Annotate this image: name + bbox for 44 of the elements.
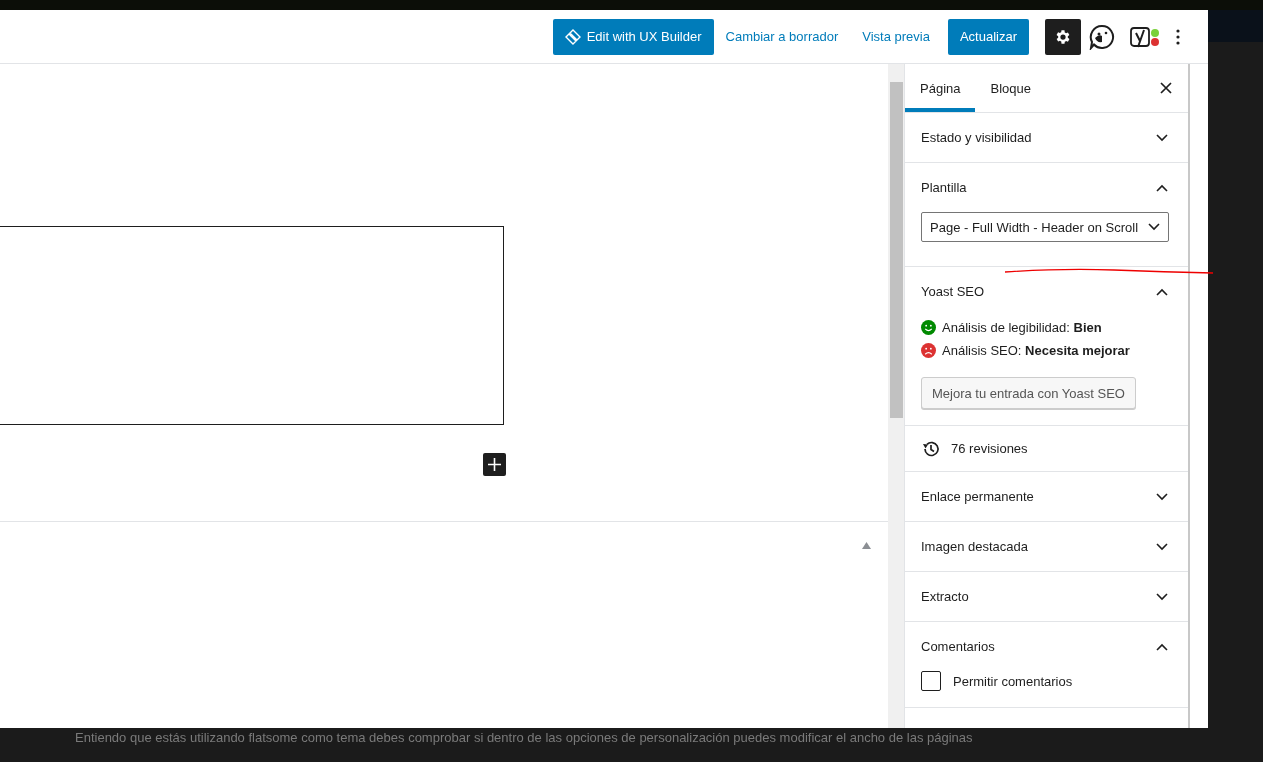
speech-face-icon bbox=[1089, 23, 1115, 50]
analysis-text: Análisis de legibilidad: Bien bbox=[942, 320, 1102, 335]
close-icon bbox=[1160, 82, 1172, 94]
settings-button[interactable] bbox=[1045, 18, 1081, 55]
yoast-logo-icon bbox=[1130, 24, 1160, 49]
collapse-triangle-icon[interactable] bbox=[862, 542, 871, 549]
checkbox[interactable] bbox=[921, 671, 941, 691]
sidebar-tab[interactable]: Bloque bbox=[975, 64, 1046, 112]
chevron-down-icon bbox=[1156, 542, 1168, 551]
chevron-up-icon bbox=[1156, 642, 1168, 651]
ux-builder-button[interactable]: Edit with UX Builder bbox=[552, 18, 714, 55]
update-button[interactable]: Actualizar bbox=[947, 18, 1029, 55]
panel-header[interactable]: Estado y visibilidad bbox=[905, 113, 1188, 162]
panel-header[interactable]: Imagen destacada bbox=[905, 522, 1188, 571]
chevron-down-icon bbox=[1156, 592, 1168, 601]
chevron-down-icon bbox=[1156, 492, 1168, 501]
settings-icon bbox=[1054, 27, 1072, 46]
sidebar-tab[interactable]: Página bbox=[905, 64, 976, 112]
more-options-button[interactable] bbox=[1176, 28, 1180, 45]
checkbox-label: Permitir comentarios bbox=[953, 673, 1073, 689]
add-block-button[interactable] bbox=[483, 453, 506, 476]
draft-link[interactable]: Cambiar a borrador bbox=[713, 18, 851, 55]
panel-header[interactable]: Comentarios bbox=[905, 622, 1188, 671]
chevron-up-icon bbox=[1156, 183, 1168, 192]
chevron-up-icon bbox=[1156, 287, 1168, 296]
plugin-button[interactable] bbox=[1089, 23, 1115, 50]
plus-icon bbox=[488, 458, 501, 471]
panel-header[interactable]: Yoast SEO bbox=[905, 267, 1188, 316]
panel-header[interactable]: Enlace permanente bbox=[905, 472, 1188, 521]
scrollbar-thumb[interactable] bbox=[889, 82, 903, 418]
chevron-down-icon bbox=[1148, 223, 1160, 231]
analysis-text: Análisis SEO: Necesita mejorar bbox=[942, 343, 1130, 358]
panel-header[interactable]: Plantilla bbox=[905, 163, 1188, 212]
chevron-down-icon bbox=[1156, 133, 1168, 142]
yoast-improve-button[interactable]: Mejora tu entrada con Yoast SEO bbox=[921, 377, 1136, 409]
diamond-blocks-icon bbox=[564, 28, 581, 45]
template-select[interactable]: Page - Full Width - Header on Scroll bbox=[921, 212, 1169, 242]
panel-header[interactable]: Extracto bbox=[905, 572, 1188, 621]
kebab-menu-icon bbox=[1176, 28, 1180, 45]
revisions-button[interactable]: 76 revisiones bbox=[905, 426, 1188, 472]
background-bar bbox=[1208, 10, 1263, 42]
preview-link[interactable]: Vista previa bbox=[850, 18, 942, 55]
yoast-button[interactable] bbox=[1130, 24, 1160, 49]
comment-text: Entiendo que estás utilizando flatsome como tema debes comprobar si dentro de las opciones de personalización puedes modificar el ancho de las páginas bbox=[75, 730, 973, 745]
